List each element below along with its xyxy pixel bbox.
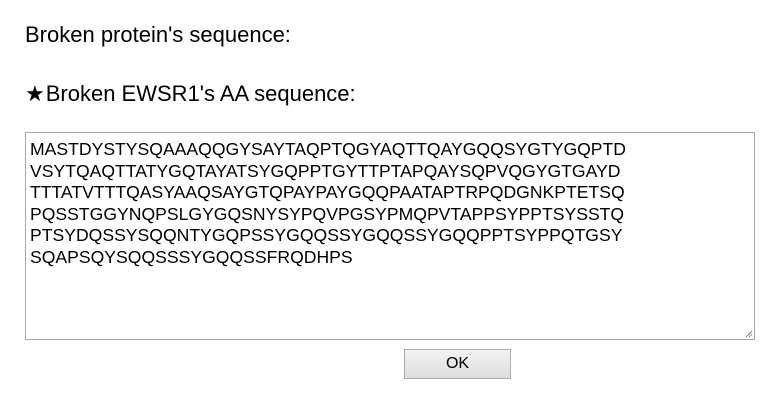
sequence-subtitle: ★Broken EWSR1's AA sequence: bbox=[25, 81, 356, 107]
sequence-line: VSYTQAQTTATYGQTAYATSYGQPPTGYTTPTAPQAYSQP… bbox=[30, 160, 621, 181]
sequence-line: PTSYDQSSYSQQNTYGQPSSYGQQSSYGQQSSYGQQPPTS… bbox=[30, 225, 623, 245]
sequence-dialog: Broken protein's sequence: ★Broken EWSR1… bbox=[0, 0, 782, 404]
resize-grip-icon[interactable] bbox=[745, 330, 753, 338]
sequence-line: SQAPSQYSQQSSSYGQQSSFRQDHPS bbox=[30, 246, 353, 267]
sequence-line: MASTDYSTYSQAAAQQGYSAYTAQPTQGYAQTTQAYGQQS… bbox=[30, 139, 626, 159]
sequence-line: PQSSTGGYNQPSLGYGQSNYSYPQVPGSYPMQPVTAPPSY… bbox=[30, 203, 625, 224]
sequence-line: TTTATVTTTQASYAAQSAYGTQPAYPAYGQQPAATAPTRP… bbox=[30, 182, 625, 202]
sequence-subtitle-label: Broken EWSR1's AA sequence: bbox=[45, 81, 356, 106]
ok-button[interactable]: OK bbox=[404, 349, 511, 379]
sequence-text[interactable]: MASTDYSTYSQAAAQQGYSAYTAQPTQGYAQTTQAYGQQS… bbox=[30, 139, 750, 268]
star-icon: ★ bbox=[25, 81, 45, 106]
page-title: Broken protein's sequence: bbox=[25, 22, 291, 47]
sequence-textarea[interactable]: MASTDYSTYSQAAAQQGYSAYTAQPTQGYAQTTQAYGQQS… bbox=[25, 132, 755, 340]
